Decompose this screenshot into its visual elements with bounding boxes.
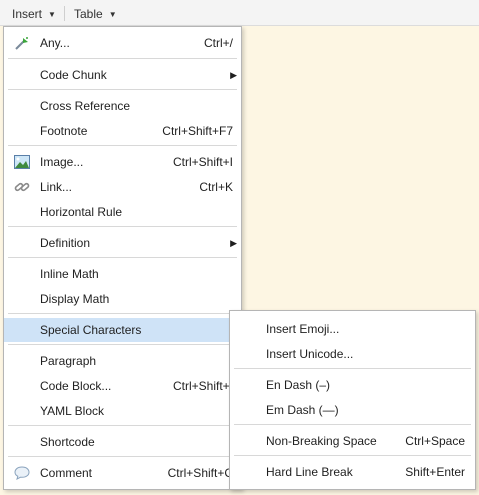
menu-item-label: Special Characters bbox=[40, 323, 142, 337]
menu-item-label: Inline Math bbox=[40, 267, 99, 281]
menu-item-label: Insert Emoji... bbox=[266, 322, 340, 336]
menu-item-link[interactable]: Link... Ctrl+K bbox=[4, 175, 241, 199]
insert-menu: Any... Ctrl+/ Code Chunk ▶ Cross Referen… bbox=[3, 26, 242, 490]
menu-separator bbox=[8, 344, 237, 345]
menu-separator bbox=[8, 89, 237, 90]
special-characters-submenu: Insert Emoji... Insert Unicode... En Das… bbox=[229, 310, 476, 490]
menu-item-label: Any... bbox=[40, 36, 70, 50]
editor-toolbar: Insert ▼ Table ▼ bbox=[0, 0, 479, 26]
menu-item-label: Cross Reference bbox=[40, 99, 131, 113]
menu-separator bbox=[234, 368, 471, 369]
table-menu-button[interactable]: Table ▼ bbox=[74, 6, 117, 22]
menu-separator bbox=[8, 226, 237, 227]
menu-item-horizontal-rule[interactable]: Horizontal Rule bbox=[4, 200, 241, 224]
menu-separator bbox=[8, 456, 237, 457]
image-icon bbox=[14, 155, 30, 169]
menu-item-code-block[interactable]: Code Block... Ctrl+Shift+\ bbox=[4, 374, 241, 398]
submenu-item-insert-emoji[interactable]: Insert Emoji... bbox=[230, 317, 475, 341]
menu-item-label: Hard Line Break bbox=[266, 465, 353, 479]
menu-separator bbox=[8, 145, 237, 146]
menu-item-shortcut: Ctrl+Shift+I bbox=[172, 155, 233, 169]
menu-item-label: Paragraph bbox=[40, 354, 97, 368]
menu-item-label: Shortcode bbox=[40, 435, 95, 449]
menu-item-shortcode[interactable]: Shortcode bbox=[4, 430, 241, 454]
menu-item-inline-math[interactable]: Inline Math bbox=[4, 262, 241, 286]
magic-wand-icon bbox=[15, 37, 28, 50]
menu-item-shortcut: Ctrl+/ bbox=[203, 36, 233, 50]
table-menu-label: Table bbox=[74, 7, 103, 21]
menu-item-label: Insert Unicode... bbox=[266, 347, 354, 361]
menu-item-label: Display Math bbox=[40, 292, 110, 306]
menu-item-code-chunk[interactable]: Code Chunk ▶ bbox=[4, 63, 241, 87]
menu-item-label: Image... bbox=[40, 155, 84, 169]
menu-separator bbox=[8, 313, 237, 314]
menu-item-label: Em Dash (—) bbox=[266, 403, 339, 417]
menu-item-cross-reference[interactable]: Cross Reference bbox=[4, 94, 241, 118]
menu-separator bbox=[8, 425, 237, 426]
menu-item-paragraph[interactable]: Paragraph bbox=[4, 349, 241, 373]
menu-separator bbox=[8, 58, 237, 59]
menu-item-yaml-block[interactable]: YAML Block bbox=[4, 399, 241, 423]
menu-separator bbox=[234, 455, 471, 456]
menu-item-label: Non-Breaking Space bbox=[266, 434, 377, 448]
menu-item-label: Code Chunk bbox=[40, 68, 107, 82]
caret-down-icon: ▼ bbox=[108, 10, 117, 19]
menu-item-definition[interactable]: Definition ▶ bbox=[4, 231, 241, 255]
menu-separator bbox=[234, 424, 471, 425]
menu-item-label: Code Block... bbox=[40, 379, 112, 393]
menu-item-display-math[interactable]: Display Math bbox=[4, 287, 241, 311]
submenu-item-hard-line-break[interactable]: Hard Line Break Shift+Enter bbox=[230, 460, 475, 484]
menu-item-label: Comment bbox=[40, 466, 93, 480]
menu-item-any[interactable]: Any... Ctrl+/ bbox=[4, 31, 241, 55]
menu-item-shortcut: Ctrl+K bbox=[199, 180, 233, 194]
menu-item-shortcut: Ctrl+Space bbox=[405, 434, 465, 448]
menu-separator bbox=[8, 257, 237, 258]
speech-bubble-icon bbox=[14, 466, 30, 480]
menu-item-shortcut: Ctrl+Shift+F7 bbox=[162, 124, 233, 138]
insert-menu-label: Insert bbox=[12, 7, 43, 21]
menu-item-footnote[interactable]: Footnote Ctrl+Shift+F7 bbox=[4, 119, 241, 143]
menu-item-label: Link... bbox=[40, 180, 73, 194]
submenu-item-non-breaking-space[interactable]: Non-Breaking Space Ctrl+Space bbox=[230, 429, 475, 453]
menu-item-label: Horizontal Rule bbox=[40, 205, 123, 219]
submenu-item-insert-unicode[interactable]: Insert Unicode... bbox=[230, 342, 475, 366]
menu-item-label: Definition bbox=[40, 236, 91, 250]
submenu-item-em-dash[interactable]: Em Dash (—) bbox=[230, 398, 475, 422]
menu-item-label: Footnote bbox=[40, 124, 88, 138]
caret-down-icon: ▼ bbox=[48, 10, 56, 19]
menu-item-special-characters[interactable]: Special Characters ▶ bbox=[4, 318, 241, 342]
menu-item-shortcut: Ctrl+Shift+C bbox=[167, 466, 233, 480]
menu-item-shortcut: Ctrl+Shift+\ bbox=[172, 379, 233, 393]
menu-item-image[interactable]: Image... Ctrl+Shift+I bbox=[4, 150, 241, 174]
menu-item-label: YAML Block bbox=[40, 404, 105, 418]
submenu-item-en-dash[interactable]: En Dash (–) bbox=[230, 373, 475, 397]
link-icon bbox=[14, 182, 30, 192]
menu-item-comment[interactable]: Comment Ctrl+Shift+C bbox=[4, 461, 241, 485]
toolbar-divider bbox=[64, 6, 65, 21]
menu-item-label: En Dash (–) bbox=[266, 378, 331, 392]
menu-item-shortcut: Shift+Enter bbox=[405, 465, 465, 479]
submenu-arrow-icon: ▶ bbox=[230, 238, 237, 248]
insert-menu-button[interactable]: Insert ▼ bbox=[12, 6, 56, 22]
submenu-arrow-icon: ▶ bbox=[230, 70, 237, 80]
